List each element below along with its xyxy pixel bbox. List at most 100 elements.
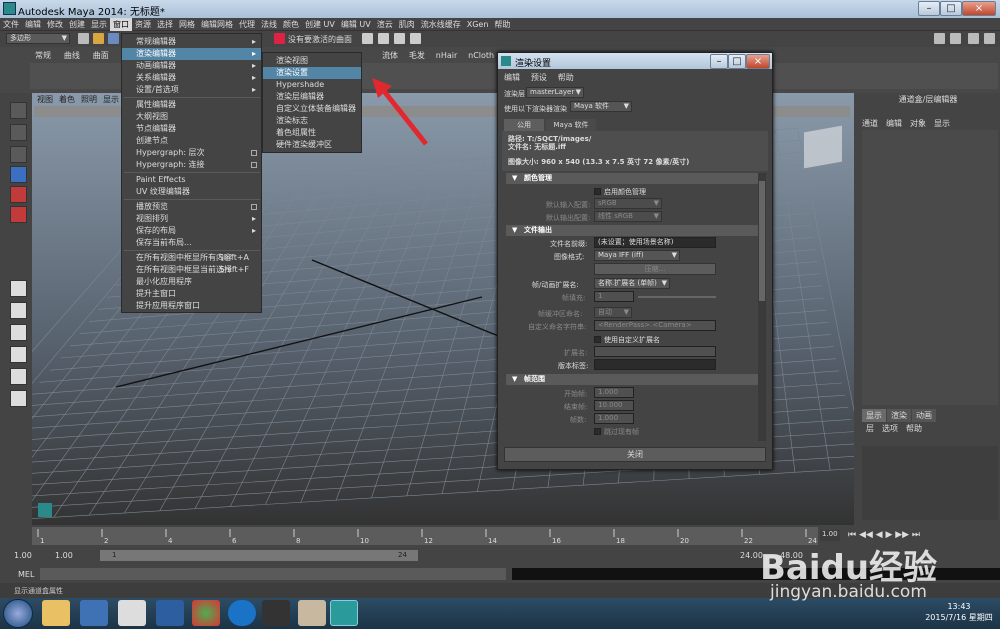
ipr-render-icon[interactable] <box>394 33 405 44</box>
render-settings-icon[interactable] <box>410 33 421 44</box>
layer-tab-0[interactable]: 显示 <box>862 409 886 422</box>
window-menu-item[interactable]: 提升应用程序窗口 <box>122 300 261 312</box>
tab-maya-software[interactable]: Maya 软件 <box>546 119 596 131</box>
start-frame-input[interactable]: 1.000 <box>594 387 634 398</box>
lasso-tool-icon[interactable] <box>10 124 27 141</box>
save-scene-icon[interactable] <box>108 33 119 44</box>
shelf-tab-nhair[interactable]: nHair <box>432 51 462 60</box>
close-button[interactable]: × <box>962 1 996 16</box>
window-menu-item[interactable]: 保存的布局 ▸ <box>122 225 261 237</box>
layer-menu-2[interactable]: 帮助 <box>906 424 922 433</box>
render-icon[interactable] <box>378 33 389 44</box>
color-management-section[interactable]: ▼ 颜色管理 <box>506 173 758 184</box>
select-tool-icon[interactable] <box>10 102 27 119</box>
dialog-close-button[interactable]: × <box>746 54 770 69</box>
window-menu-item[interactable]: 渲染编辑器 ▸ <box>122 48 261 60</box>
shelf-tab-fur[interactable]: 毛发 <box>405 50 429 61</box>
open-scene-icon[interactable] <box>93 33 104 44</box>
dialog-menu-presets[interactable]: 预设 <box>531 73 547 82</box>
app-icon[interactable] <box>262 600 290 626</box>
menu-16[interactable]: 肌肉 <box>396 18 418 31</box>
paint-tool-icon[interactable] <box>10 146 27 163</box>
time-slider[interactable]: 1 2 4 6 8 10 12 14 16 18 20 22 24 <box>32 527 818 545</box>
frame-padding-input[interactable]: 1 <box>594 291 634 302</box>
menu-1[interactable]: 编辑 <box>22 18 44 31</box>
extension-input[interactable] <box>594 346 716 357</box>
menu-7[interactable]: 选择 <box>154 18 176 31</box>
window-menu-item[interactable]: 关系编辑器 ▸ <box>122 72 261 84</box>
layout-four-icon[interactable] <box>10 302 27 319</box>
file-output-section[interactable]: ▼ 文件输出 <box>506 225 758 236</box>
layout-persp-graph-icon[interactable] <box>10 346 27 363</box>
layer-menu-1[interactable]: 选项 <box>882 424 898 433</box>
close-dialog-button[interactable]: 关闭 <box>504 447 766 462</box>
mode-selector[interactable]: 多边形 ▼ <box>6 33 70 44</box>
start-time[interactable]: 1.00 <box>14 551 32 560</box>
window-menu-item[interactable]: 视图排列 ▸ <box>122 213 261 225</box>
render-menu-item[interactable]: 自定义立体装备编辑器 <box>263 103 361 115</box>
dialog-menu-help[interactable]: 帮助 <box>558 73 574 82</box>
channel-menu-2[interactable]: 对象 <box>910 119 926 128</box>
dialog-maximize-button[interactable]: □ <box>728 54 746 69</box>
move-tool-icon[interactable] <box>10 166 27 183</box>
chrome-icon[interactable] <box>192 600 220 626</box>
layout-hypershade-icon[interactable] <box>10 390 27 407</box>
window-menu-item[interactable]: 保存当前布局... <box>122 237 261 249</box>
minimize-button[interactable]: – <box>918 1 940 16</box>
window-menu-item[interactable]: 设置/首选项 ▸ <box>122 84 261 96</box>
scale-tool-icon[interactable] <box>10 206 27 223</box>
window-menu-item[interactable]: 属性编辑器 <box>122 99 261 111</box>
window-menu-item[interactable]: 大纲视图 <box>122 111 261 123</box>
default-output-dropdown[interactable]: 线性 sRGB ▼ <box>594 211 662 222</box>
settings-scrollbar[interactable] <box>758 173 766 441</box>
option-box-icon[interactable] <box>251 150 257 156</box>
option-box-icon[interactable] <box>251 204 257 210</box>
render-menu-item[interactable]: 着色组属性 <box>263 127 361 139</box>
menu-4[interactable]: 显示 <box>88 18 110 31</box>
menu-15[interactable]: 渲云 <box>374 18 396 31</box>
playback-controls[interactable]: ⏮ ◀◀ ◀ ▶ ▶▶ ⏭ <box>848 530 920 540</box>
render-menu-item[interactable]: Hypershade <box>263 79 361 91</box>
layout-icon-2[interactable] <box>950 33 961 44</box>
window-menu-item[interactable]: 在所有视图中框显当前选择 Shift+F <box>122 264 261 276</box>
by-frame-input[interactable]: 1.000 <box>594 413 634 424</box>
file-prefix-input[interactable]: (未设置；使用场景名称) <box>594 237 716 248</box>
menu-12[interactable]: 颜色 <box>280 18 302 31</box>
layer-tab-1[interactable]: 渲染 <box>887 409 911 422</box>
magnet-icon[interactable] <box>274 33 285 44</box>
window-menu-item[interactable]: 最小化应用程序 <box>122 276 261 288</box>
renderer-dropdown[interactable]: Maya 软件 ▼ <box>570 101 632 112</box>
default-input-dropdown[interactable]: sRGB ▼ <box>594 198 662 209</box>
media-icon[interactable] <box>156 600 184 626</box>
maximize-button[interactable]: □ <box>940 1 962 16</box>
window-menu-item[interactable]: 在所有视图中框显所有内容 Shift+A <box>122 252 261 264</box>
viewport-menu-2[interactable]: 照明 <box>78 94 100 106</box>
option-box-icon[interactable] <box>251 162 257 168</box>
layout-icon-4[interactable] <box>984 33 995 44</box>
layer-menu-0[interactable]: 层 <box>866 424 874 433</box>
render-view-icon[interactable] <box>362 33 373 44</box>
channel-menu-0[interactable]: 通道 <box>862 119 878 128</box>
menu-19[interactable]: 帮助 <box>491 18 513 31</box>
window-menu-item[interactable]: 播放预览 <box>122 201 261 213</box>
menu-18[interactable]: XGen <box>464 18 492 31</box>
frame-ext-dropdown[interactable]: 名称.扩展名 (单帧) ▼ <box>594 278 670 289</box>
render-menu-item[interactable]: 渲染设置 <box>263 67 361 79</box>
layout-single-icon[interactable] <box>10 280 27 297</box>
use-custom-ext-checkbox[interactable] <box>594 336 601 343</box>
window-menu-item[interactable]: 创建节点 <box>122 135 261 147</box>
layout-two-icon[interactable] <box>10 324 27 341</box>
menu-6[interactable]: 资源 <box>132 18 154 31</box>
dialog-minimize-button[interactable]: – <box>710 54 728 69</box>
shelf-tab-ncloth[interactable]: nCloth <box>464 51 498 60</box>
enable-color-management-checkbox[interactable] <box>594 188 601 195</box>
maya-taskbar-icon[interactable] <box>330 600 358 626</box>
render-menu-item[interactable]: 渲染标志 <box>263 115 361 127</box>
custom-naming-input[interactable]: <RenderPass>.<Camera> <box>594 320 716 331</box>
menu-5[interactable]: 窗口 <box>110 18 132 31</box>
window-menu-item[interactable]: 动画编辑器 ▸ <box>122 60 261 72</box>
compression-button[interactable]: 压缩... <box>594 263 716 275</box>
tab-common[interactable]: 公用 <box>504 119 544 131</box>
end-frame-input[interactable]: 10.000 <box>594 400 634 411</box>
rotate-tool-icon[interactable] <box>10 186 27 203</box>
